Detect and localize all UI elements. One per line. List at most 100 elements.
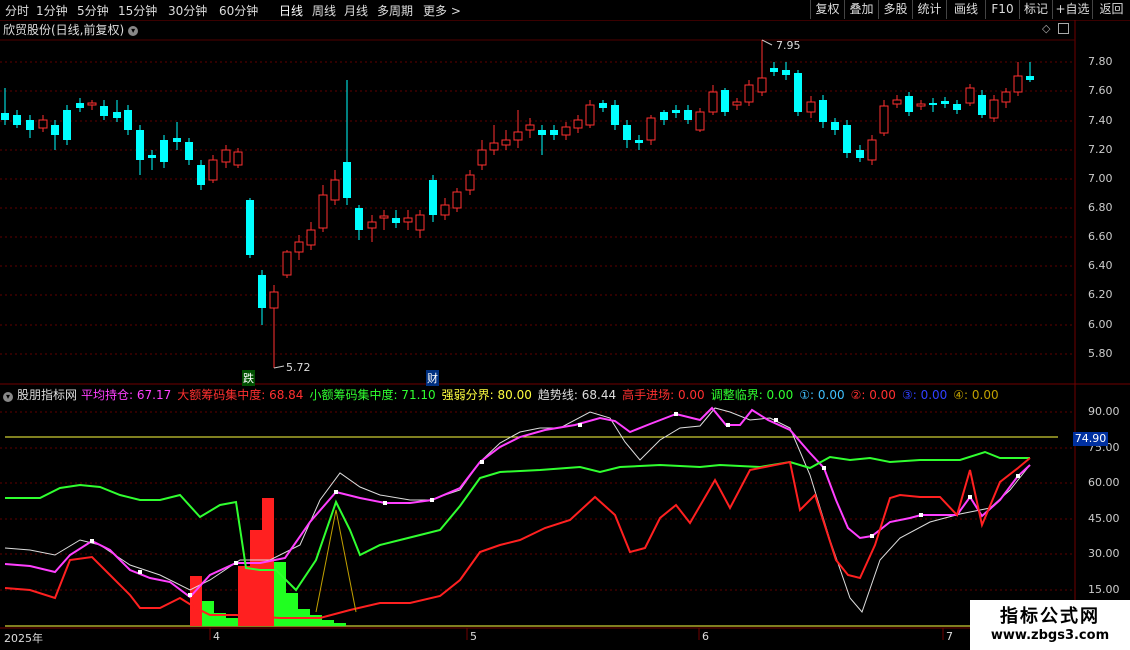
candle-body — [306, 229, 316, 246]
signal-marker — [726, 423, 730, 427]
indicator-name: 股朋指标网 — [17, 388, 78, 402]
candle-body — [684, 110, 692, 120]
signal-marker — [578, 423, 582, 427]
candle-body — [561, 126, 571, 136]
histogram-bar — [310, 615, 322, 626]
signal-marker — [1016, 474, 1020, 478]
indicator-lines — [4, 406, 1058, 627]
candle-body — [1013, 75, 1023, 93]
candle-body — [867, 139, 877, 161]
indicator-item: 大额筹码集中度: 68.84 — [177, 388, 304, 402]
candle-body — [246, 200, 254, 255]
signal-marker — [480, 460, 484, 464]
indicator-item: ①: 0.00 — [799, 388, 845, 402]
ind-tick: 30.00 — [1088, 547, 1120, 560]
indicator-item: 调整临界: 0.00 — [710, 388, 794, 402]
histogram-bar — [190, 576, 202, 626]
signal-marker — [234, 561, 238, 565]
low-callout — [273, 365, 285, 369]
candle-body — [538, 130, 546, 135]
candle-body — [916, 103, 926, 107]
candle-body — [757, 77, 767, 93]
indicator-title-bar: ▾ 股朋指标网 平均持仓: 67.17 大额筹码集中度: 68.84 小额筹码集中度: … — [3, 386, 1011, 403]
candle-body — [599, 103, 607, 108]
signal-marker — [90, 539, 94, 543]
indicator-values: 平均持仓: 67.17 大额筹码集中度: 68.84 小额筹码集中度: 71.10 强… — [81, 388, 1005, 402]
price-high-label: 7.95 — [776, 39, 801, 52]
candle-body — [929, 103, 937, 105]
candle-body — [87, 102, 97, 106]
watermark-url: www.zbgs3.com — [990, 628, 1110, 643]
candle-body — [585, 104, 595, 126]
candle-body — [695, 111, 705, 131]
candle-body — [965, 87, 975, 104]
signal-marker — [822, 466, 826, 470]
candle-body — [794, 73, 802, 112]
candle-body — [403, 217, 413, 223]
indicator-settings-icon[interactable]: ▾ — [3, 392, 13, 402]
candle-body — [100, 106, 108, 116]
candle-body — [1, 113, 9, 120]
candle-body — [221, 149, 231, 163]
candle-body — [770, 68, 778, 72]
candle-body — [623, 125, 631, 140]
candle-body — [465, 174, 475, 191]
watermark-title: 指标公式网 — [1000, 606, 1100, 627]
signal-marker — [968, 495, 972, 499]
signal-marker — [774, 418, 778, 422]
candle-body — [819, 100, 827, 122]
indicator-item: 平均持仓: 67.17 — [81, 388, 172, 402]
ind-tick: 15.00 — [1088, 583, 1120, 596]
candle-body — [233, 151, 243, 166]
candle-body — [501, 139, 511, 146]
indicator-item: 高手进场: 0.00 — [622, 388, 705, 402]
histogram-bar — [250, 530, 262, 626]
cai-marker: 财 — [426, 370, 439, 386]
candle-body — [13, 115, 21, 125]
signal-marker — [383, 501, 387, 505]
candle-body — [136, 130, 144, 160]
candle-body — [611, 105, 619, 125]
price-tick: 7.00 — [1088, 172, 1113, 185]
candlesticks — [1, 39, 1034, 369]
price-tick: 5.80 — [1088, 347, 1113, 360]
signal-marker — [919, 513, 923, 517]
candle-body — [63, 110, 71, 140]
current-value-badge: 74.90 — [1073, 432, 1108, 446]
candle-body — [892, 99, 902, 105]
candle-body — [806, 101, 816, 113]
ind-tick: 60.00 — [1088, 476, 1120, 489]
price-tick: 6.60 — [1088, 230, 1113, 243]
candle-body — [635, 140, 643, 143]
candle-body — [440, 204, 450, 216]
candle-body — [732, 101, 742, 106]
candle-body — [646, 117, 656, 141]
candle-body — [721, 90, 729, 112]
candle-body — [978, 95, 986, 115]
kline-chart — [0, 20, 1130, 640]
indicator-item: ③: 0.00 — [901, 388, 948, 402]
price-tick: 7.20 — [1088, 143, 1113, 156]
price-tick: 6.80 — [1088, 201, 1113, 214]
candle-body — [831, 122, 839, 130]
candle-body — [452, 191, 462, 209]
price-tick: 6.20 — [1088, 288, 1113, 301]
big-chip-line — [4, 457, 1031, 619]
candle-body — [1026, 76, 1034, 80]
indicator-item: ④: 0.00 — [953, 388, 999, 402]
candle-body — [318, 194, 328, 229]
candle-body — [148, 155, 156, 158]
candle-body — [197, 165, 205, 185]
candle-body — [477, 149, 487, 166]
candle-body — [429, 180, 437, 215]
candle-body — [160, 140, 168, 162]
candle-body — [51, 125, 59, 135]
candle-body — [282, 251, 292, 276]
candle-body — [905, 96, 913, 112]
die-marker: 跌 — [242, 370, 255, 386]
ind-tick: 45.00 — [1088, 512, 1120, 525]
candle-body — [113, 112, 121, 118]
candle-body — [185, 142, 193, 160]
candle-body — [269, 291, 279, 309]
candle-body — [856, 150, 864, 158]
